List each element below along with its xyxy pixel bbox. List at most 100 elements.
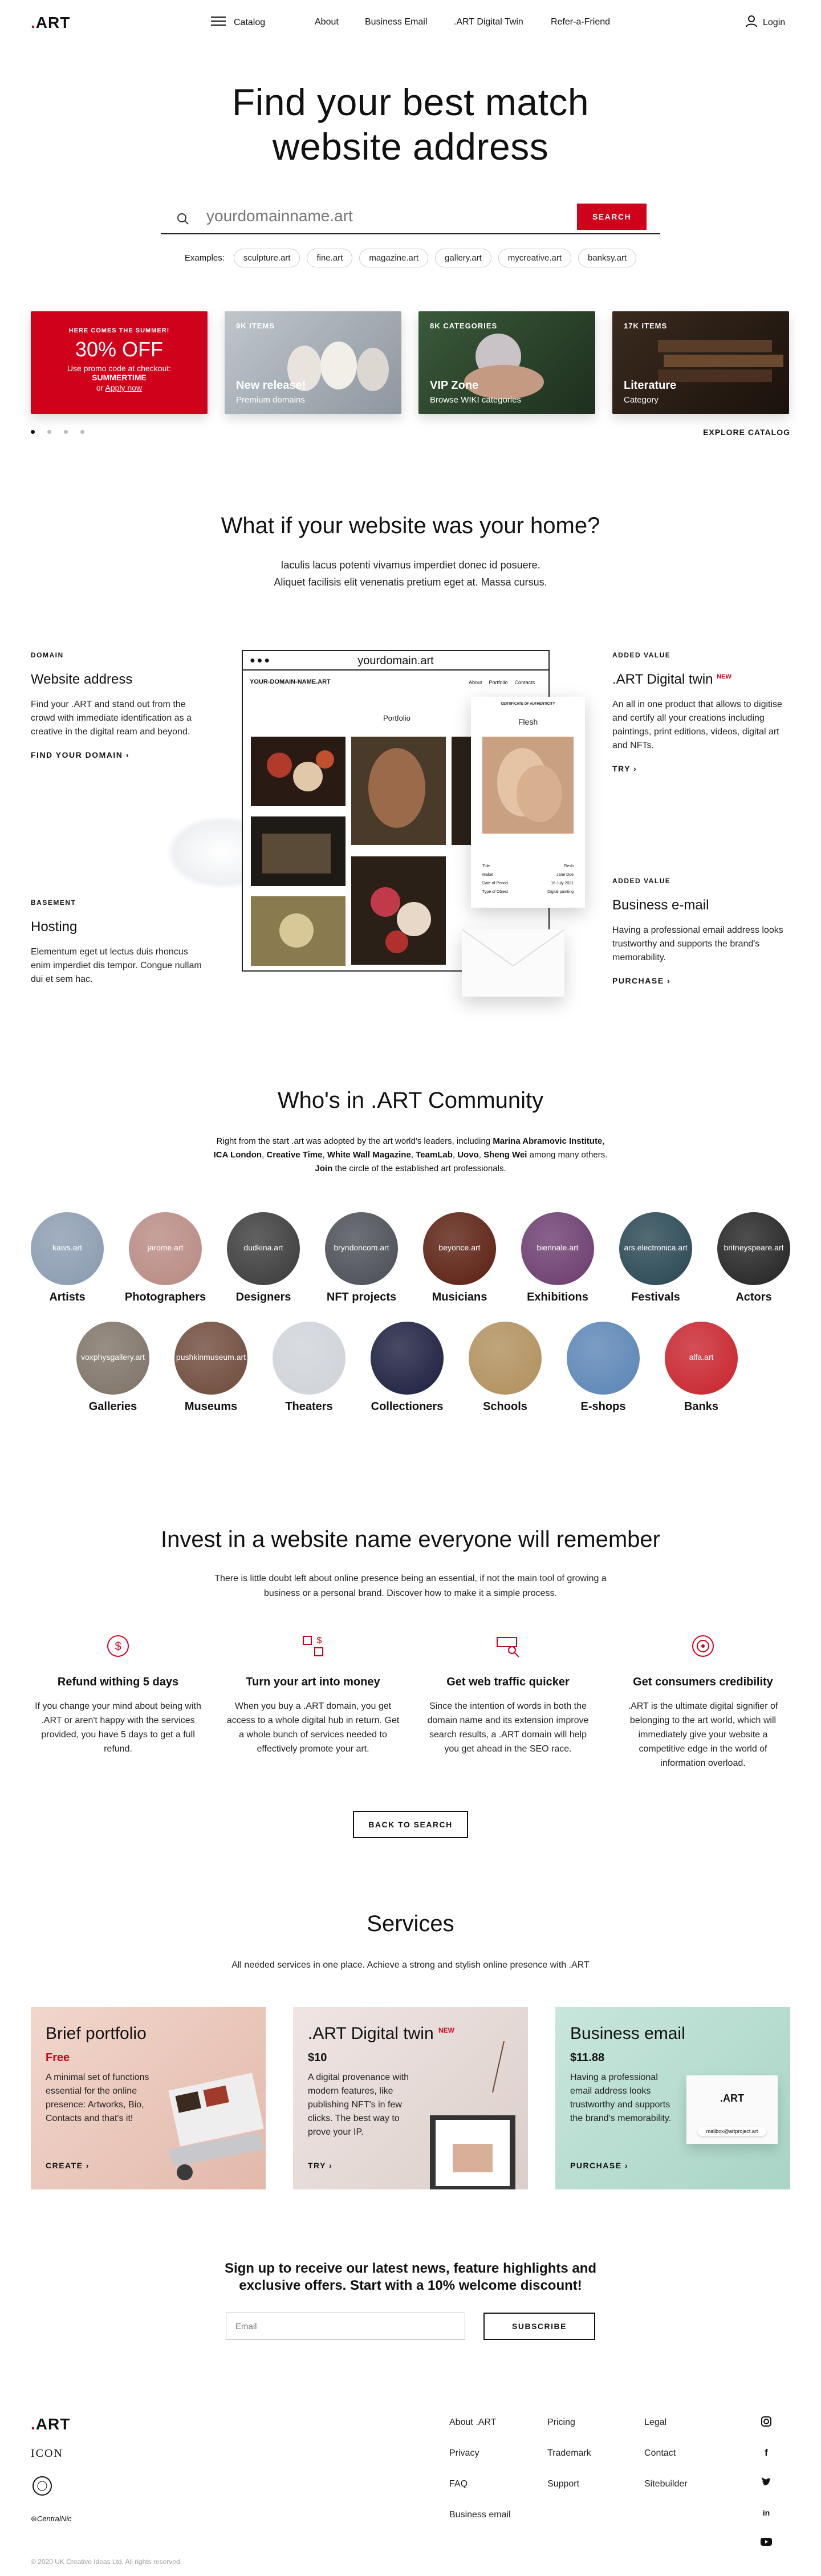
community-category-label[interactable]: Schools — [460, 1400, 551, 1413]
footer-logo[interactable]: .ART — [31, 2415, 70, 2433]
footer-link-legal[interactable]: Legal — [644, 2417, 688, 2428]
carousel-dot[interactable] — [64, 430, 68, 434]
instagram-icon[interactable] — [761, 2416, 771, 2429]
newsletter-email-input[interactable] — [226, 2313, 465, 2340]
chevron-right-icon: › — [125, 750, 129, 759]
community-circle[interactable]: jarome.art — [129, 1212, 202, 1285]
promo-card-summer[interactable]: HERE COMES THE SUMMER! 30% OFF Use promo… — [31, 311, 208, 414]
catalog-menu[interactable]: Catalog — [211, 16, 265, 29]
try-link[interactable]: TRY › — [308, 2161, 332, 2170]
service-card-portfolio[interactable]: Brief portfolio Free A minimal set of fu… — [31, 2007, 266, 2189]
domain-search-input[interactable] — [206, 207, 537, 225]
community-circle[interactable]: beyonce.art — [423, 1212, 496, 1285]
back-to-search-button[interactable]: BACK TO SEARCH — [353, 1811, 468, 1838]
community-category-label[interactable]: Galleries — [67, 1400, 158, 1413]
nav-digital-twin[interactable]: .ART Digital Twin — [454, 17, 523, 27]
benefit-body: If you change your mind about being with… — [35, 1701, 201, 1754]
logo[interactable]: .ART — [31, 14, 70, 32]
example-chip[interactable]: sculpture.art — [233, 249, 300, 267]
certificate-card: CERTIFICATE OF AUTHENTICITY Flesh Title F… — [471, 697, 585, 908]
footer-link-sitebuilder[interactable]: Sitebuilder — [644, 2479, 688, 2489]
footer-link-about[interactable]: About .ART — [449, 2417, 511, 2428]
community-circle[interactable]: britneyspeare.art — [717, 1212, 790, 1285]
youtube-icon[interactable] — [761, 2537, 772, 2549]
community-circle[interactable]: voxphysgallery.art — [76, 1322, 149, 1395]
example-chip[interactable]: mycreative.art — [498, 249, 571, 267]
community-category-label[interactable]: Collectioners — [361, 1400, 453, 1413]
site-header: .ART Catalog About Business Email .ART D… — [0, 0, 821, 46]
explore-catalog-link[interactable]: EXPLORE CATALOG — [703, 428, 790, 437]
purchase-link[interactable]: PURCHASE › — [570, 2161, 628, 2170]
community-category-label[interactable]: Designers — [218, 1291, 309, 1304]
benefit-body: When you buy a .ART domain, you get acce… — [226, 1701, 400, 1754]
community-category-label[interactable]: Museums — [165, 1400, 257, 1413]
community-category-label[interactable]: NFT projects — [316, 1291, 407, 1304]
carousel-dot-active[interactable] — [31, 430, 35, 434]
community-circle[interactable] — [567, 1322, 640, 1395]
footer-link-pricing[interactable]: Pricing — [547, 2417, 591, 2428]
service-body: A digital provenance with modern feature… — [308, 2073, 409, 2137]
community-circle[interactable]: biennale.art — [521, 1212, 594, 1285]
service-title: Brief portfolio — [46, 2024, 147, 2043]
community-category-label[interactable]: Photographers — [120, 1291, 211, 1304]
community-category-label[interactable]: E-shops — [558, 1400, 649, 1413]
create-link[interactable]: CREATE › — [46, 2161, 90, 2170]
community-category-label[interactable]: Banks — [656, 1400, 747, 1413]
svg-text:in: in — [763, 2508, 770, 2517]
footer-link-support[interactable]: Support — [547, 2479, 591, 2489]
community-circle[interactable]: kaws.art — [31, 1212, 104, 1285]
carousel-dot[interactable] — [80, 430, 84, 434]
community-circle[interactable]: alfa.art — [665, 1322, 738, 1395]
benefit-refund: $ Refund withing 5 days If you change yo… — [31, 1633, 205, 1770]
community-category-label[interactable]: Exhibitions — [512, 1291, 603, 1304]
footer-link-business-email[interactable]: Business email — [449, 2510, 511, 2520]
icon-partner-logo: ICON — [31, 2447, 63, 2460]
example-chip[interactable]: magazine.art — [359, 249, 429, 267]
community-circle[interactable] — [469, 1322, 542, 1395]
nav-refer-a-friend[interactable]: Refer-a-Friend — [551, 17, 610, 27]
promo-card-literature[interactable]: 17K ITEMS Literature Category — [612, 311, 789, 414]
carousel-dot[interactable] — [47, 430, 51, 434]
svg-text:$: $ — [317, 1636, 322, 1645]
example-chip[interactable]: gallery.art — [435, 249, 491, 267]
service-card-business-email[interactable]: Business email $11.88 Having a professio… — [555, 2007, 790, 2189]
community-category-label[interactable]: Festivals — [610, 1291, 701, 1304]
mailbox-tag: mailbox@artproject.art — [698, 2127, 766, 2136]
community-circle[interactable] — [273, 1322, 346, 1395]
footer-link-privacy[interactable]: Privacy — [449, 2448, 511, 2459]
nav-business-email[interactable]: Business Email — [365, 17, 427, 27]
community-category-label[interactable]: Theaters — [263, 1400, 355, 1413]
example-chip[interactable]: fine.art — [307, 249, 353, 267]
footer-link-contact[interactable]: Contact — [644, 2448, 688, 2459]
promo-card-vip-zone[interactable]: 8K CATEGORIES VIP Zone Browse WIKI categ… — [418, 311, 595, 414]
nav-about[interactable]: About — [315, 17, 339, 27]
community-circle[interactable]: dudkina.art — [227, 1212, 300, 1285]
linkedin-icon[interactable]: in — [761, 2507, 771, 2520]
community-circle[interactable]: ars.electronica.art — [619, 1212, 692, 1285]
community-category-label[interactable]: Actors — [708, 1291, 799, 1304]
footer-link-faq[interactable]: FAQ — [449, 2479, 511, 2489]
try-link[interactable]: TRY › — [612, 764, 789, 773]
join-link[interactable]: Join — [315, 1164, 332, 1173]
footer-link-trademark[interactable]: Trademark — [547, 2448, 591, 2459]
purchase-link[interactable]: PURCHASE › — [612, 976, 789, 985]
service-price: $10 — [308, 2051, 327, 2064]
community-category-label[interactable]: Artists — [22, 1291, 113, 1304]
twitter-icon[interactable] — [761, 2477, 771, 2490]
example-chip[interactable]: banksy.art — [578, 249, 637, 267]
service-card-digital-twin[interactable]: .ART Digital twin NEW $10 A digital prov… — [293, 2007, 528, 2189]
find-your-domain-link[interactable]: FIND YOUR DOMAIN › — [31, 750, 202, 759]
facebook-icon[interactable]: f — [761, 2447, 771, 2460]
search-button[interactable]: SEARCH — [577, 204, 647, 230]
invest-subtitle: There is little doubt left about online … — [214, 1574, 607, 1598]
feature-hosting: BASEMENT Hosting Elementum eget ut lectu… — [31, 899, 202, 986]
community-circle[interactable] — [371, 1322, 444, 1395]
apply-now-link[interactable]: Apply now — [105, 383, 142, 392]
community-circle[interactable]: pushkinmuseum.art — [174, 1322, 247, 1395]
promo-card-new-release[interactable]: 9K ITEMS New release! Premium domains — [225, 311, 401, 414]
subscribe-button[interactable]: SUBSCRIBE — [483, 2313, 595, 2340]
community-category-label[interactable]: Musicians — [414, 1291, 505, 1304]
login-link[interactable]: Login — [746, 15, 785, 30]
card-category: 8K CATEGORIES — [430, 322, 498, 330]
community-circle[interactable]: bryndoncom.art — [325, 1212, 398, 1285]
